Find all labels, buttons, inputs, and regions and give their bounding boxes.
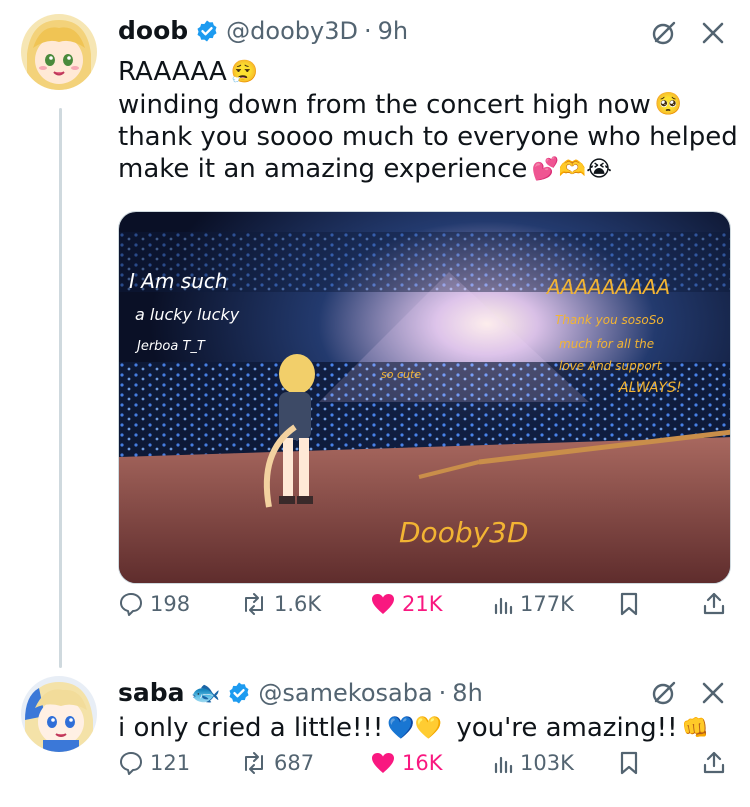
post-text: i only cried a little!!! 💙💛 you're amazin… xyxy=(118,712,728,745)
post-top-actions xyxy=(650,19,726,47)
text-line: thank you soooo much to everyone who hel… xyxy=(118,122,738,152)
separator-dot: · xyxy=(438,678,447,707)
share-button[interactable] xyxy=(702,591,726,617)
image-caption: a lucky lucky xyxy=(135,305,240,324)
avatar[interactable] xyxy=(21,14,97,90)
display-name[interactable]: doob xyxy=(118,16,188,45)
bookmark-icon xyxy=(620,592,638,616)
like-count: 16K xyxy=(402,751,443,775)
post-image[interactable]: I Am such a lucky lucky Jerboa T_T AAAAA… xyxy=(118,211,731,584)
repost-count: 1.6K xyxy=(274,592,322,616)
grok-icon[interactable] xyxy=(650,19,678,47)
bookmark-button[interactable] xyxy=(618,591,640,617)
image-signature: Dooby3D xyxy=(399,516,529,549)
reply-button[interactable]: 121 xyxy=(118,750,190,776)
post-top-actions xyxy=(650,679,726,707)
grok-icon[interactable] xyxy=(650,679,678,707)
reply-icon xyxy=(120,593,142,616)
like-count: 21K xyxy=(402,592,443,616)
share-icon xyxy=(703,592,725,615)
timestamp[interactable]: 9h xyxy=(378,17,408,45)
image-caption: love And support xyxy=(559,359,663,373)
image-caption: much for all the xyxy=(559,337,654,351)
like-icon xyxy=(372,594,394,614)
handle[interactable]: @dooby3D xyxy=(226,17,358,45)
reply-count: 198 xyxy=(150,592,191,616)
post-header: doob @dooby3D · 9h xyxy=(118,16,408,45)
close-icon[interactable] xyxy=(700,20,726,46)
views-button[interactable]: 103K xyxy=(492,751,574,775)
display-name[interactable]: saba xyxy=(118,678,185,707)
handle[interactable]: @samekosaba xyxy=(258,679,432,707)
image-caption: AAAAAAAAA xyxy=(545,275,670,299)
thread-connector-line xyxy=(59,108,62,668)
post-text: RAAAAA 😮‍💨 winding down from the concert … xyxy=(118,56,738,186)
share-icon xyxy=(703,751,725,774)
emoji: 💕🫶😭 xyxy=(531,156,612,182)
emoji: 🥺 xyxy=(654,92,683,117)
emoji: 💙💛 xyxy=(387,715,443,741)
text-line: winding down from the concert high now 🥺 xyxy=(118,89,683,120)
avatar[interactable] xyxy=(21,676,97,752)
repost-button[interactable]: 687 xyxy=(240,750,314,776)
repost-icon xyxy=(245,752,263,774)
share-button[interactable] xyxy=(702,750,726,776)
reply-count: 121 xyxy=(150,751,191,775)
emoji: 😮‍💨 xyxy=(230,59,259,85)
image-caption: so cute xyxy=(381,368,421,381)
timestamp[interactable]: 8h xyxy=(452,679,482,707)
reply-icon xyxy=(120,752,142,775)
close-icon[interactable] xyxy=(700,680,726,706)
emoji: 👊 xyxy=(681,715,709,741)
repost-button[interactable]: 1.6K xyxy=(240,591,321,617)
like-button[interactable]: 21K xyxy=(370,592,443,616)
text-line: RAAAAA 😮‍💨 xyxy=(118,57,259,87)
repost-count: 687 xyxy=(274,751,315,775)
fish-emoji: 🐟 xyxy=(190,678,221,707)
text-line: i only cried a little!!! 💙💛 you're amazin… xyxy=(118,713,709,743)
text-line: make it an amazing experience 💕🫶😭 xyxy=(118,154,612,184)
image-caption: Jerboa T_T xyxy=(134,339,206,354)
post-header: saba 🐟 @samekosaba · 8h xyxy=(118,678,483,707)
bookmark-button[interactable] xyxy=(618,750,640,776)
image-caption: Thank you sosoSo xyxy=(555,313,664,327)
verified-icon xyxy=(195,19,219,43)
image-caption: I Am such xyxy=(129,269,228,293)
views-count: 103K xyxy=(520,751,574,775)
verified-icon xyxy=(227,681,251,705)
views-button[interactable]: 177K xyxy=(492,592,574,616)
views-icon xyxy=(494,597,513,615)
views-count: 177K xyxy=(520,592,574,616)
repost-icon xyxy=(245,593,263,615)
views-icon xyxy=(494,756,513,774)
separator-dot: · xyxy=(363,16,372,45)
like-button[interactable]: 16K xyxy=(370,751,443,775)
bookmark-icon xyxy=(620,751,638,775)
image-caption: ALWAYS! xyxy=(618,380,682,396)
like-icon xyxy=(372,753,394,773)
reply-button[interactable]: 198 xyxy=(118,591,190,617)
